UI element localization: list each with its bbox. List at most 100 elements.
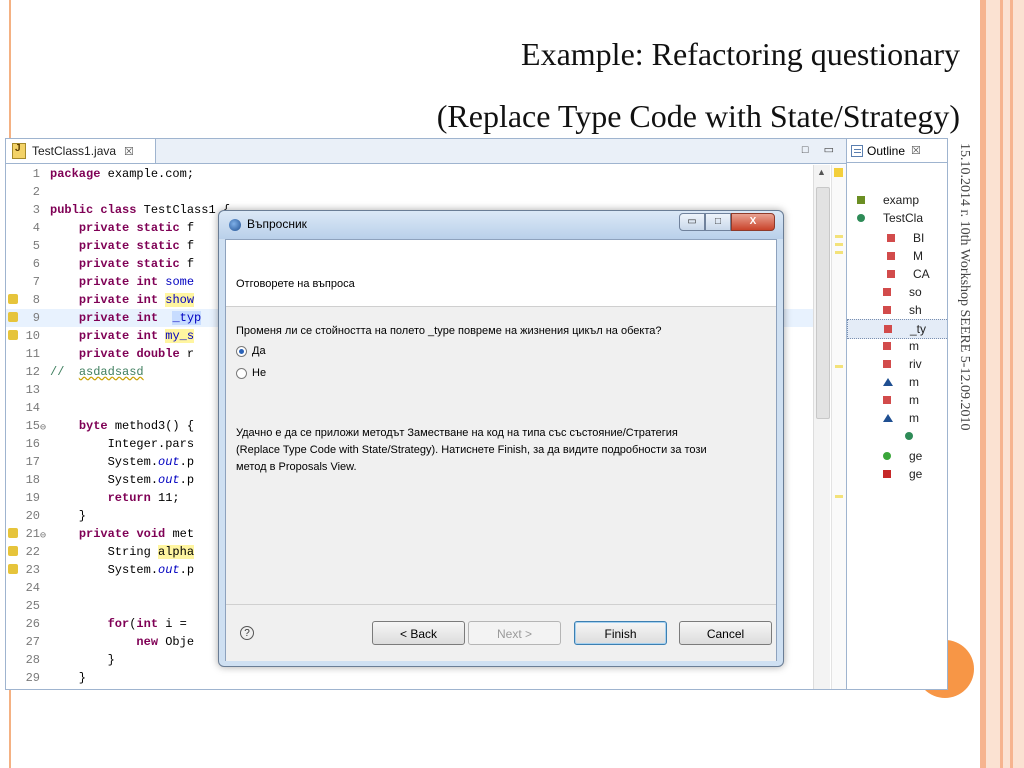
code-text[interactable]: private double r	[50, 345, 194, 363]
fold-toggle-icon[interactable]: ⊖	[40, 420, 50, 434]
code-text[interactable]: System.out.p	[50, 453, 194, 471]
recommendation-line: (Replace Type Code with State/Strategy).…	[236, 444, 707, 456]
outline-item-label: m	[909, 339, 919, 353]
code-text[interactable]: private int my_s	[50, 327, 195, 345]
radio-label-no[interactable]: Не	[252, 367, 266, 379]
code-text[interactable]: // asdadsasd	[50, 363, 144, 381]
outline-item-label: ge	[909, 467, 923, 481]
radio-option-no[interactable]: Не	[236, 367, 266, 379]
outline-item-label: examp	[883, 193, 920, 207]
outline-item[interactable]: so	[847, 283, 947, 301]
line-number: 25	[25, 599, 40, 613]
code-text[interactable]: System.out.p	[50, 561, 194, 579]
outline-item[interactable]: _ty	[847, 319, 947, 339]
outline-item[interactable]: sh	[847, 301, 947, 319]
dialog-footer: ? < Back Next > Finish Cancel	[226, 604, 776, 661]
radio-button-no[interactable]	[236, 367, 247, 379]
code-text[interactable]: public class TestClass1 {	[50, 201, 230, 219]
code-text[interactable]: private static f	[50, 219, 194, 237]
line-number: 3	[32, 203, 40, 217]
line-number: 18	[25, 473, 40, 487]
field-icon	[883, 396, 891, 404]
code-text[interactable]: private void met	[50, 525, 194, 543]
code-line[interactable]: 1 package example.com;	[6, 165, 814, 183]
field-icon	[857, 196, 865, 204]
close-button[interactable]: X	[731, 213, 775, 231]
field-icon	[883, 470, 891, 478]
maximize-button[interactable]: □	[705, 213, 731, 231]
outline-item[interactable]: ge	[847, 447, 947, 465]
code-text[interactable]: new Obje	[50, 633, 194, 651]
code-text[interactable]: byte method3() {	[50, 417, 194, 435]
code-text[interactable]: Integer.pars	[50, 435, 194, 453]
dialog-header: Отговорете на въпроса	[226, 240, 776, 307]
fold-toggle-icon[interactable]: ⊖	[40, 528, 50, 542]
outline-item[interactable]	[847, 427, 947, 445]
recommendation-line: метод в Proposals View.	[236, 461, 357, 473]
code-text[interactable]: String alpha	[50, 543, 195, 561]
dialog-titlebar[interactable]: Въпросник ▭ □ X	[219, 211, 783, 239]
radio-label-yes[interactable]: Да	[252, 345, 266, 357]
overview-ruler[interactable]	[831, 165, 846, 689]
warning-icon[interactable]	[834, 168, 843, 177]
code-text[interactable]: private static f	[50, 255, 194, 273]
outline-item[interactable]: TestCla	[847, 209, 947, 227]
finish-button[interactable]: Finish	[574, 621, 667, 645]
ruler-marker[interactable]	[835, 235, 843, 238]
close-icon[interactable]: ☒	[911, 144, 921, 157]
code-text[interactable]: System.out.p	[50, 471, 194, 489]
ruler-marker[interactable]	[835, 251, 843, 254]
outline-item[interactable]: riv	[847, 355, 947, 373]
java-file-icon	[12, 143, 26, 159]
editor-scrollbar[interactable]: ▲	[813, 165, 830, 689]
next-button[interactable]: Next >	[468, 621, 561, 645]
code-text[interactable]: package example.com;	[50, 165, 194, 183]
outline-item[interactable]: CA	[847, 265, 947, 283]
tab-testclass1[interactable]: TestClass1.java ☒	[6, 139, 156, 163]
code-line[interactable]: 2	[6, 183, 814, 201]
outline-item[interactable]: m	[847, 409, 947, 427]
outline-view: Outline ☒ examp TestCla BI M CA so sh _ty m riv m m…	[846, 138, 948, 690]
outline-item-label: M	[913, 249, 923, 263]
outline-item[interactable]: m	[847, 373, 947, 391]
radio-button-yes[interactable]	[236, 345, 247, 357]
cancel-button[interactable]: Cancel	[679, 621, 772, 645]
scrollbar-thumb[interactable]	[816, 187, 830, 419]
outline-item[interactable]: m	[847, 337, 947, 355]
code-text[interactable]: }	[50, 669, 86, 687]
code-text[interactable]: private int _typ	[50, 309, 202, 327]
code-text[interactable]: }	[50, 651, 115, 669]
editor-window-controls[interactable]: □ ▭	[802, 143, 840, 156]
code-text[interactable]: }	[50, 507, 86, 525]
line-number: 12	[25, 365, 40, 379]
outline-item[interactable]: m	[847, 391, 947, 409]
close-icon[interactable]: ☒	[124, 145, 134, 158]
outline-item[interactable]: examp	[847, 191, 947, 209]
code-text[interactable]: private int some	[50, 273, 194, 291]
code-text[interactable]: return 11;	[50, 489, 180, 507]
outline-item-label: m	[909, 411, 919, 425]
radio-option-yes[interactable]: Да	[236, 345, 266, 357]
scroll-up-icon[interactable]: ▲	[817, 167, 826, 177]
field-icon	[883, 306, 891, 314]
outline-item[interactable]: M	[847, 247, 947, 265]
field-icon	[887, 234, 895, 242]
help-icon[interactable]: ?	[240, 626, 254, 640]
ruler-marker[interactable]	[835, 243, 843, 246]
back-button[interactable]: < Back	[372, 621, 465, 645]
outline-item[interactable]: BI	[847, 229, 947, 247]
ruler-marker[interactable]	[835, 365, 843, 368]
field-icon	[883, 288, 891, 296]
tab-outline[interactable]: Outline ☒	[847, 139, 947, 163]
code-line[interactable]: 29 }	[6, 669, 814, 687]
code-text[interactable]: private int show	[50, 291, 195, 309]
ruler-marker[interactable]	[835, 495, 843, 498]
minimize-button[interactable]: ▭	[679, 213, 705, 231]
side-event: 10th Workshop SEERE 5-12.09.2010	[957, 220, 972, 431]
slide-title-line1: Example: Refactoring questionary	[521, 36, 960, 72]
code-text[interactable]: private static f	[50, 237, 194, 255]
line-number: 8	[32, 293, 40, 307]
outline-item[interactable]: ge	[847, 465, 947, 483]
code-text[interactable]: for(int i =	[50, 615, 194, 633]
band-stripe	[1000, 0, 1003, 768]
